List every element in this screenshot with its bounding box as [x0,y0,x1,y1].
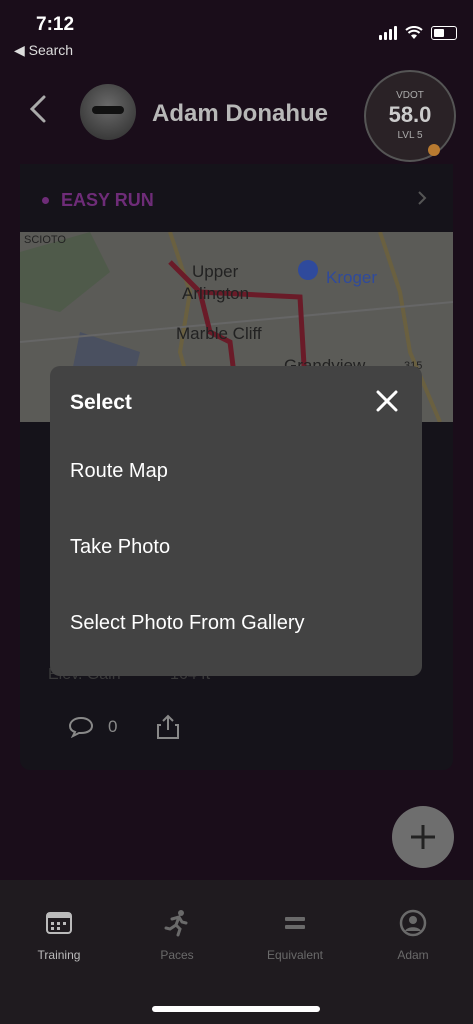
comment-count: 0 [108,717,118,736]
home-indicator[interactable] [152,1006,320,1012]
avatar[interactable] [80,84,136,140]
tab-adam-label: Adam [397,948,429,962]
notification-dot [428,144,440,156]
map-label-scioto: SCIOTO [24,234,66,246]
calendar-icon [46,912,72,934]
vdot-level: LVL 5 [397,130,423,141]
back-chevron-icon[interactable] [28,94,48,133]
tab-training-label: Training [37,948,81,962]
runner-icon [164,910,188,937]
option-route-map[interactable]: Route Map [70,460,168,483]
comments[interactable]: 0 [68,716,117,738]
tab-bar: Training Paces Equivalent Adam [0,880,473,1024]
run-type: EASY RUN [42,190,154,211]
map-label-arlington: Arlington [182,284,250,303]
equals-icon [285,917,305,929]
chevron-right-icon [417,186,427,212]
tab-equivalent-label: Equivalent [266,948,324,962]
profile-icon [399,909,427,937]
vdot-label: VDOT [396,90,424,101]
tab-training[interactable]: Training [14,906,104,962]
cellular-signal-icon [379,26,397,40]
vdot-badge[interactable]: VDOT 58.0 LVL 5 [364,70,456,162]
tab-paces[interactable]: Paces [132,906,222,962]
option-select-photo-from-gallery[interactable]: Select Photo From Gallery [70,612,305,635]
option-take-photo[interactable]: Take Photo [70,536,170,559]
profile-header: Adam Donahue VDOT 58.0 LVL 5 [0,64,473,164]
vdot-value: 58.0 [388,102,432,127]
map-label-marble-cliff: Marble Cliff [176,324,262,343]
add-button[interactable] [392,806,454,868]
map-label-upper: Upper [192,262,239,281]
tab-equivalent[interactable]: Equivalent [250,906,340,962]
run-type-label: EASY RUN [61,190,154,210]
back-to-search-link[interactable]: ◀ Search [14,42,73,59]
tab-adam[interactable]: Adam [368,906,458,962]
run-type-dot [42,197,49,204]
status-icons [379,26,457,40]
status-time: 7:12 [36,14,75,35]
user-name: Adam Donahue [152,100,329,127]
select-modal: Select Route Map Take Photo Select Photo… [50,366,422,676]
comment-icon [68,716,94,738]
battery-icon [431,26,457,40]
wifi-icon [405,26,423,39]
status-bar: 7:12 ◀ Search [0,0,473,62]
share-icon[interactable] [156,714,180,745]
close-icon[interactable] [372,386,402,416]
modal-title: Select [70,391,132,414]
map-label-kroger: Kroger [326,268,378,287]
tab-paces-label: Paces [160,948,194,962]
